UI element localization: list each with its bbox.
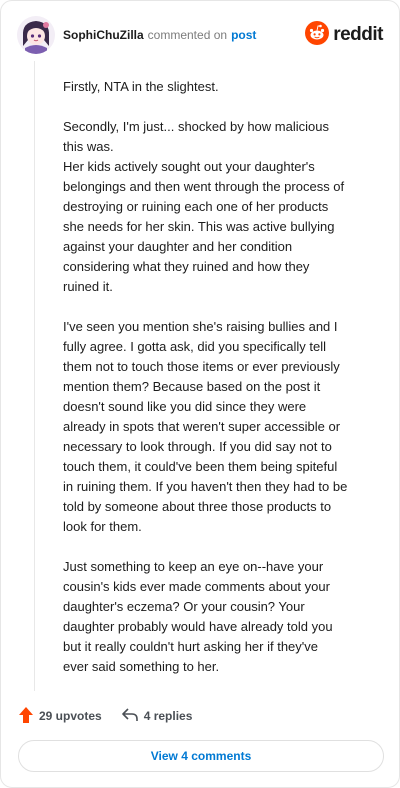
comment-line: against your daughter and her condition — [63, 239, 293, 254]
comment-line: daughter's eczema? Or your cousin? Your — [63, 599, 305, 614]
thread-line — [34, 61, 35, 691]
comment-paragraph: Firstly, NTA in the slightest. — [63, 77, 383, 97]
post-link[interactable]: post — [231, 28, 256, 42]
comment-line: ruined it. — [63, 279, 113, 294]
comment-line: considering what they ruined and how the… — [63, 259, 310, 274]
comment-line: Secondly, I'm just... shocked by how mal… — [63, 119, 329, 134]
username-link[interactable]: SophiChuZilla — [63, 28, 144, 42]
byline: SophiChuZilla commented on post — [63, 28, 256, 42]
comment-line: fully agree. I gotta ask, did you specif… — [63, 339, 327, 354]
comment-line: ever said something to her. — [63, 659, 220, 674]
comment-card: SophiChuZilla commented on post reddit F… — [0, 0, 400, 788]
comment-line: I've seen you mention she's raising bull… — [63, 319, 338, 334]
comment-line: already in spots that weren't super acce… — [63, 419, 341, 434]
commented-on-text: commented on — [147, 28, 228, 42]
comment-line: them not to touch those items or ever pr… — [63, 359, 340, 374]
comment-line: touch them, it could've been them being … — [63, 459, 338, 474]
comment-line: Just something to keep an eye on--have y… — [63, 559, 324, 574]
comment-line: destroying or ruining each one of her pr… — [63, 199, 329, 214]
comment-paragraph: Just something to keep an eye on--have y… — [63, 557, 383, 677]
comment-line: look for them. — [63, 519, 142, 534]
comment-line: belongings and then went through the pro… — [63, 179, 345, 194]
comment-line: mention them? Because based on the post … — [63, 379, 321, 394]
reply-arrow-icon — [121, 707, 138, 725]
comment-line: Her kids actively sought out your daught… — [63, 159, 315, 174]
view-comments-button[interactable]: View 4 comments — [18, 740, 384, 772]
replies-count: 4 replies — [143, 709, 193, 723]
comment-line: Firstly, NTA in the slightest. — [63, 79, 219, 94]
comment-actions: 29 upvotes 4 replies — [19, 705, 192, 727]
reddit-snoo-icon — [305, 20, 330, 50]
replies-button[interactable]: 4 replies — [121, 707, 193, 725]
comment-line: doesn't sound like you did since they we… — [63, 399, 307, 414]
comment-paragraph: Secondly, I'm just... shocked by how mal… — [63, 117, 383, 297]
avatar[interactable] — [17, 16, 55, 54]
comment-paragraph: I've seen you mention she's raising bull… — [63, 317, 383, 537]
reddit-logo[interactable]: reddit — [305, 20, 383, 50]
comment-line: daughter probably would have already tol… — [63, 619, 333, 634]
upvote-count: 29 upvotes — [39, 709, 102, 723]
comment-line: this was. — [63, 139, 114, 154]
comment-body: Firstly, NTA in the slightest. Secondly, … — [63, 77, 383, 697]
comment-line: in ruining them. If you haven't then the… — [63, 479, 348, 494]
comment-line: but it really couldn't hurt asking her i… — [63, 639, 318, 654]
upvote-button[interactable]: 29 upvotes — [19, 706, 102, 726]
upvote-arrow-icon — [19, 706, 33, 726]
comment-line: she needs for her skin. This was active … — [63, 219, 335, 234]
comment-line: necessary to look through. If you did sa… — [63, 439, 332, 454]
comment-line: cousin's kids ever made comments about y… — [63, 579, 330, 594]
comment-header: SophiChuZilla commented on post reddit — [17, 15, 383, 55]
reddit-wordmark: reddit — [333, 24, 383, 45]
comment-line: told by someone about three those produc… — [63, 499, 332, 514]
